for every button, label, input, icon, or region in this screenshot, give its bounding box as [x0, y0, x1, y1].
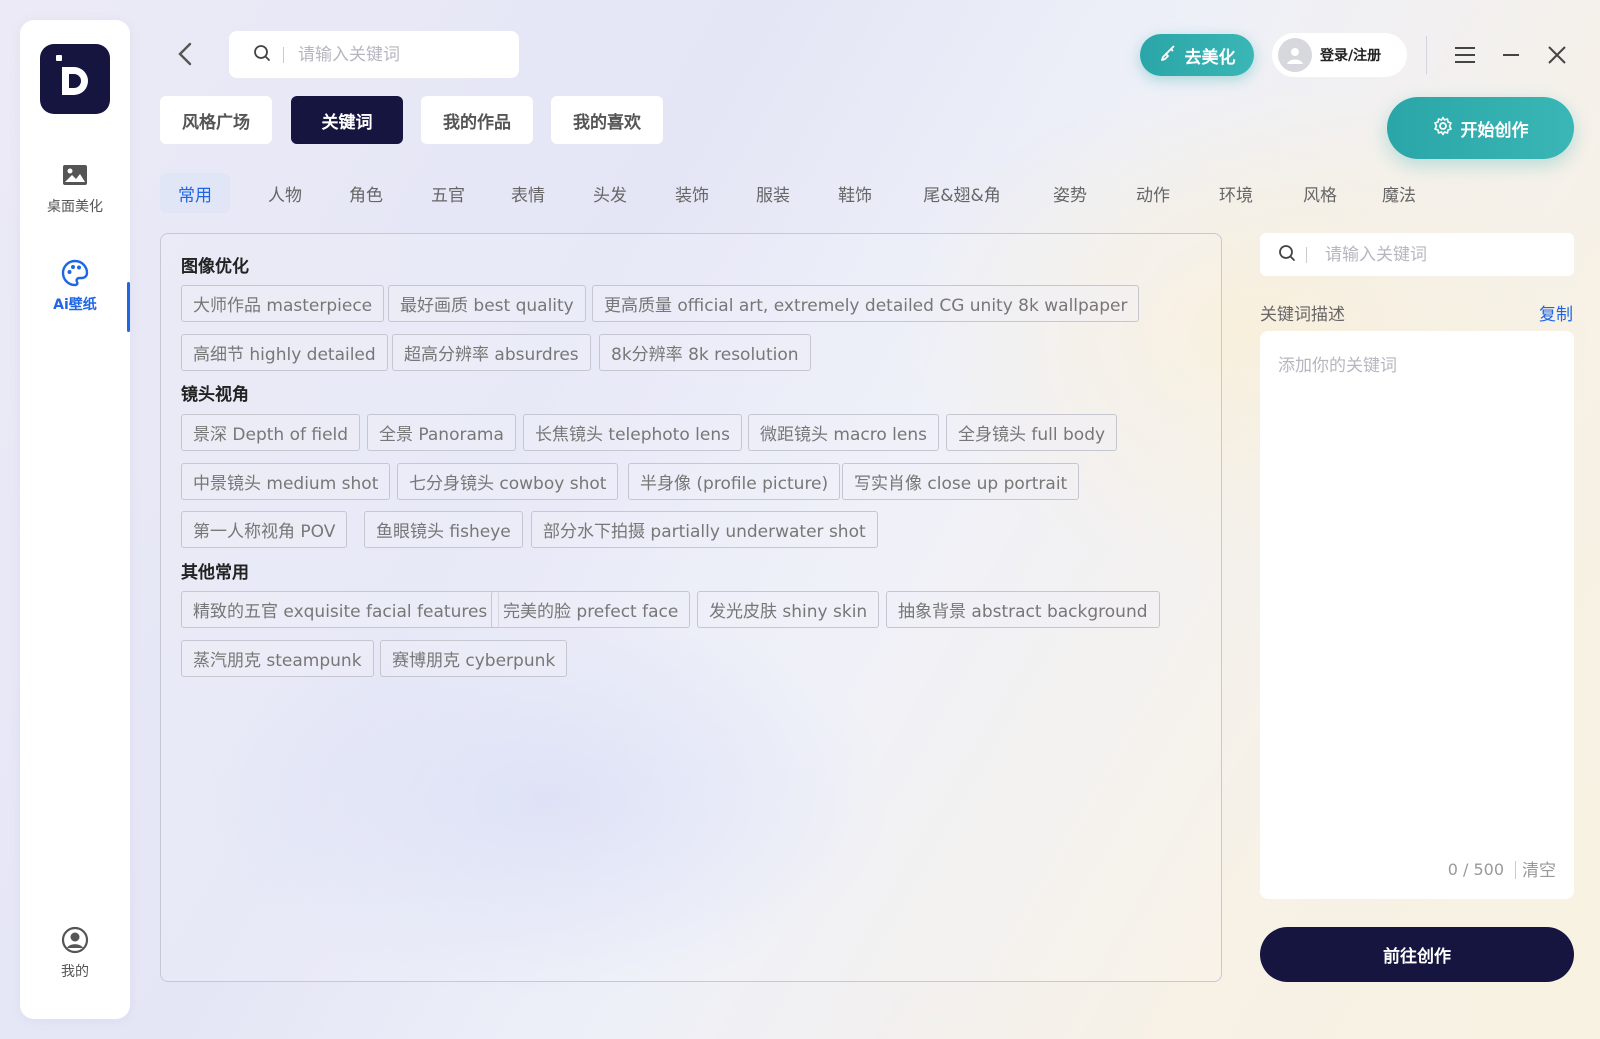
category-tab[interactable]: 姿势 [1040, 173, 1100, 213]
category-tab[interactable]: 表情 [498, 173, 558, 213]
sidebar-item-label: 我的 [61, 964, 89, 980]
logo-mark [54, 53, 96, 106]
login-label: 登录/注册 [1320, 48, 1382, 64]
section-title: 其他常用 [181, 563, 249, 583]
keyword-tag[interactable]: 更高质量 official art, extremely detailed CG… [592, 285, 1140, 322]
category-tab[interactable]: 装饰 [662, 173, 722, 213]
keyword-tag[interactable]: 发光皮肤 shiny skin [697, 591, 880, 628]
keyword-tag[interactable]: 高细节 highly detailed [181, 334, 388, 371]
keyword-textarea[interactable] [1278, 351, 1558, 831]
sidebar-item-label: Ai壁纸 [53, 297, 97, 313]
top-search-input[interactable] [298, 44, 498, 65]
tab-keywords[interactable]: 关键词 [291, 96, 403, 144]
sidebar-item-mine[interactable]: 我的 [20, 925, 130, 981]
keyword-tag[interactable]: 鱼眼镜头 fisheye [364, 511, 523, 548]
brush-icon [1159, 44, 1177, 67]
keyword-tag[interactable]: 半身像 (profile picture) [628, 463, 841, 500]
category-tab[interactable]: 环境 [1206, 173, 1266, 213]
avatar [1278, 38, 1312, 72]
keyword-tag[interactable]: 写实肖像 close up portrait [842, 463, 1080, 500]
keyword-tag[interactable]: 长焦镜头 telephoto lens [523, 414, 742, 451]
top-search-bar[interactable] [229, 31, 519, 78]
gear-icon [1433, 116, 1453, 141]
category-tab[interactable]: 五官 [418, 173, 478, 213]
header-divider [1426, 36, 1427, 74]
keyword-description-box: 0 / 500 清空 [1260, 331, 1574, 899]
keyword-tag[interactable]: 超高分辨率 absurdres [392, 334, 591, 371]
palette-icon [60, 258, 90, 288]
keyword-tag[interactable]: 精致的五官 exquisite facial features [181, 591, 500, 628]
category-tab[interactable]: 人物 [255, 173, 315, 213]
category-tab[interactable]: 动作 [1123, 173, 1183, 213]
keyword-tag[interactable]: 最好画质 best quality [388, 285, 586, 322]
search-icon [253, 44, 271, 66]
keyword-panel: 图像优化 大师作品 masterpiece 最好画质 best quality … [160, 233, 1222, 982]
keyword-description-label: 关键词描述 [1260, 305, 1345, 325]
menu-icon [1455, 47, 1475, 63]
char-counter: 0 / 500 [1447, 860, 1504, 879]
search-icon [1278, 244, 1296, 266]
keyword-tag[interactable]: 部分水下拍摄 partially underwater shot [531, 511, 878, 548]
keyword-tag[interactable]: 景深 Depth of field [181, 414, 361, 451]
keyword-tag[interactable]: 完美的脸 prefect face [491, 591, 691, 628]
keyword-search-bar[interactable] [1260, 233, 1574, 276]
image-icon [60, 160, 90, 190]
search-divider [283, 46, 284, 63]
beautify-label: 去美化 [1184, 47, 1236, 68]
section-title: 镜头视角 [181, 385, 249, 405]
keyword-tag[interactable]: 赛博朋克 cyberpunk [380, 640, 568, 677]
sidebar: 桌面美化 Ai壁纸 我的 [20, 20, 130, 1019]
sidebar-item-ai-wallpaper[interactable]: Ai壁纸 [20, 258, 130, 314]
category-tab[interactable]: 角色 [336, 173, 396, 213]
menu-button[interactable] [1448, 38, 1482, 72]
tab-my-works[interactable]: 我的作品 [421, 96, 533, 144]
keyword-tag[interactable]: 8k分辨率 8k resolution [599, 334, 811, 371]
keyword-search-input[interactable] [1325, 244, 1555, 265]
app-logo [40, 44, 110, 114]
category-tab[interactable]: 头发 [580, 173, 640, 213]
minimize-icon [1503, 54, 1519, 56]
go-create-button[interactable]: 前往创作 [1260, 927, 1574, 982]
keyword-tag[interactable]: 全身镜头 full body [946, 414, 1118, 451]
beautify-button[interactable]: 去美化 [1140, 34, 1254, 76]
category-tab[interactable]: 鞋饰 [825, 173, 885, 213]
copy-button[interactable]: 复制 [1539, 300, 1573, 325]
sidebar-item-desktop-beautify[interactable]: 桌面美化 [20, 160, 130, 216]
search-divider [1306, 246, 1307, 263]
category-tab[interactable]: 魔法 [1369, 173, 1429, 213]
keyword-tag[interactable]: 中景镜头 medium shot [181, 463, 391, 500]
clear-button[interactable]: 清空 [1522, 856, 1556, 881]
close-icon [1548, 46, 1566, 64]
minimize-button[interactable] [1494, 38, 1528, 72]
keyword-tag[interactable]: 第一人称视角 POV [181, 511, 348, 548]
keyword-tag[interactable]: 大师作品 masterpiece [181, 285, 385, 322]
section-title: 图像优化 [181, 257, 249, 277]
start-create-button[interactable]: 开始创作 [1387, 97, 1574, 159]
active-indicator [127, 282, 130, 332]
keyword-tag[interactable]: 蒸汽朋克 steampunk [181, 640, 374, 677]
login-button[interactable]: 登录/注册 [1272, 33, 1407, 77]
tab-my-favorites[interactable]: 我的喜欢 [551, 96, 663, 144]
keyword-tag[interactable]: 七分身镜头 cowboy shot [397, 463, 619, 500]
keyword-tag[interactable]: 全景 Panorama [367, 414, 516, 451]
category-tab[interactable]: 尾&翅&角 [906, 173, 1018, 213]
user-icon [60, 925, 90, 955]
chevron-left-icon [178, 42, 192, 66]
category-tab[interactable]: 常用 [160, 173, 230, 213]
tab-style-square[interactable]: 风格广场 [160, 96, 272, 144]
sidebar-item-label: 桌面美化 [47, 199, 103, 215]
keyword-tag[interactable]: 微距镜头 macro lens [748, 414, 939, 451]
back-button[interactable] [170, 38, 200, 70]
keyword-tag[interactable]: 抽象背景 abstract background [886, 591, 1160, 628]
counter-divider [1515, 861, 1516, 879]
close-button[interactable] [1540, 38, 1574, 72]
category-tab[interactable]: 风格 [1290, 173, 1350, 213]
category-tab[interactable]: 服装 [743, 173, 803, 213]
start-create-label: 开始创作 [1460, 120, 1529, 141]
